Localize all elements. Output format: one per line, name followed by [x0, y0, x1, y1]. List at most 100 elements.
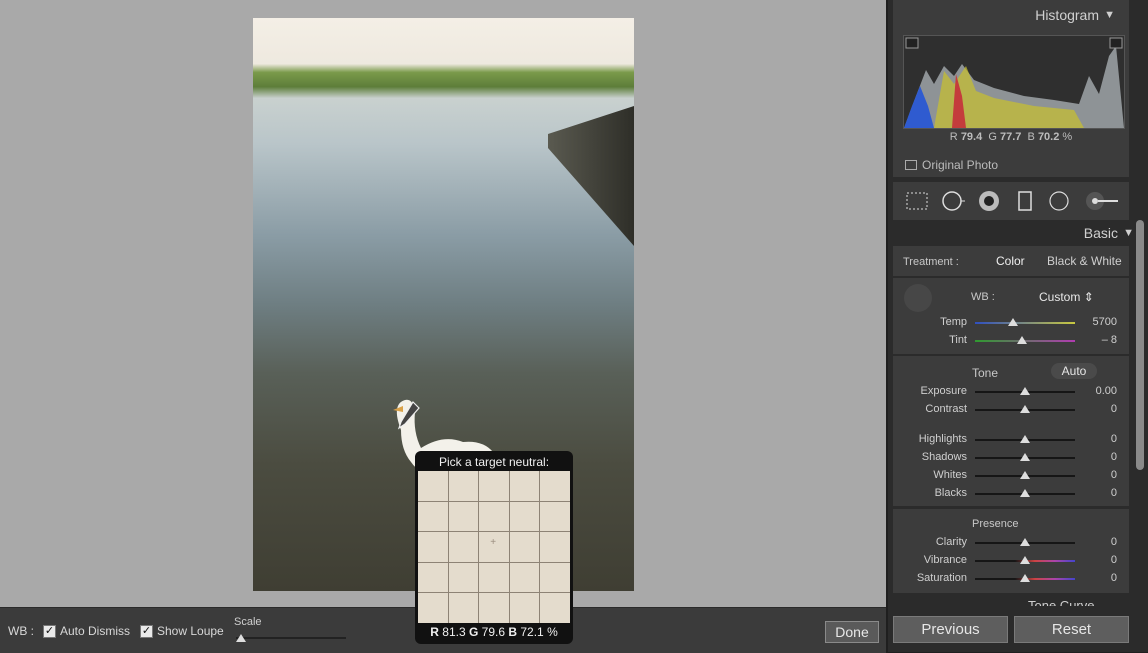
- temp-slider[interactable]: Temp 5700: [893, 314, 1129, 332]
- wb-eyedropper-button[interactable]: [904, 284, 932, 312]
- tint-thumb[interactable]: [1017, 336, 1027, 344]
- shadows-value[interactable]: 0: [1111, 451, 1117, 463]
- show-loupe-label: Show Loupe: [157, 624, 224, 638]
- temp-value[interactable]: 5700: [1093, 316, 1117, 328]
- highlights-value[interactable]: 0: [1111, 433, 1117, 445]
- presence-slider-clarity[interactable]: Clarity 0: [893, 534, 1129, 552]
- tone-curve-title[interactable]: Tone Curve: [1028, 598, 1094, 606]
- crop-overlay-icon[interactable]: [904, 188, 930, 214]
- tone-auto-button[interactable]: Auto: [1051, 363, 1097, 379]
- wb-preset-select[interactable]: Custom ⇕: [1039, 290, 1094, 304]
- presence-section: Presence Clarity 0 Vibrance 0 Saturation 0: [893, 509, 1129, 593]
- sliders-slider-blacks[interactable]: Blacks 0: [893, 485, 1129, 503]
- scale-slider-thumb[interactable]: [236, 634, 246, 642]
- highlights-label: Highlights: [918, 433, 967, 445]
- tone-label: Tone: [972, 366, 999, 380]
- show-loupe-checkbox[interactable]: ✓ Show Loupe: [140, 624, 224, 638]
- target-neutral-loupe: Pick a target neutral: + R 81.3 G 79.6 B…: [415, 451, 573, 644]
- blacks-label: Blacks: [934, 487, 967, 499]
- clarity-value[interactable]: 0: [1111, 536, 1117, 548]
- saturation-value[interactable]: 0: [1111, 572, 1117, 584]
- treatment-section: Treatment : Color Black & White: [893, 246, 1129, 276]
- checkmark-icon: ✓: [43, 624, 56, 638]
- scale-slider-track[interactable]: [236, 637, 346, 639]
- eyedropper-cursor-icon: [397, 401, 420, 430]
- treatment-label: Treatment :: [903, 256, 959, 268]
- graduated-filter-icon[interactable]: [1012, 188, 1038, 214]
- saturation-label: Saturation: [916, 572, 967, 584]
- tone-section: Tone Auto Exposure 0.00 Contrast 0 Highlight…: [893, 356, 1129, 506]
- loupe-pixel-grid: +: [418, 471, 570, 623]
- adjustment-brush-icon[interactable]: [1084, 188, 1120, 214]
- sliders-slider-exposure[interactable]: Exposure 0.00: [893, 383, 1129, 401]
- presence-slider-vibrance[interactable]: Vibrance 0: [893, 552, 1129, 570]
- contrast-thumb[interactable]: [1020, 405, 1030, 413]
- presence-label: Presence: [972, 518, 1019, 530]
- sliders-slider-highlights[interactable]: Highlights 0: [893, 431, 1129, 449]
- whites-label: Whites: [933, 469, 967, 481]
- tint-label: Tint: [949, 334, 967, 346]
- histogram-panel: Histogram ▼ R 79.4 G 77.7 B 70.2 % Origi…: [893, 0, 1129, 177]
- presence-slider-saturation[interactable]: Saturation 0: [893, 570, 1129, 588]
- exposure-label: Exposure: [920, 385, 967, 397]
- histogram-rgb-readout: R 79.4 G 77.7 B 70.2 %: [949, 131, 1073, 143]
- histogram-title[interactable]: Histogram: [1035, 7, 1099, 23]
- crosshair-icon: +: [490, 537, 497, 549]
- temp-label: Temp: [940, 316, 967, 328]
- contrast-label: Contrast: [925, 403, 967, 415]
- tint-value[interactable]: – 8: [1102, 334, 1117, 346]
- clarity-thumb[interactable]: [1020, 538, 1030, 546]
- canal-wall: [548, 106, 634, 246]
- shadows-label: Shadows: [921, 451, 967, 463]
- shadows-thumb[interactable]: [1020, 453, 1030, 461]
- blacks-value[interactable]: 0: [1111, 487, 1117, 499]
- original-photo-label: Original Photo: [922, 158, 999, 172]
- basic-panel-title[interactable]: Basic: [1084, 225, 1118, 241]
- vibrance-thumb[interactable]: [1020, 556, 1030, 564]
- vibrance-value[interactable]: 0: [1111, 554, 1117, 566]
- vibrance-label: Vibrance: [923, 554, 967, 566]
- highlights-thumb[interactable]: [1020, 435, 1030, 443]
- updown-icon: ⇕: [1083, 290, 1094, 304]
- checkmark-icon: ✓: [140, 624, 153, 638]
- sliders-slider-contrast[interactable]: Contrast 0: [893, 401, 1129, 419]
- shadow-clipping-icon: [905, 37, 919, 49]
- clarity-label: Clarity: [935, 536, 967, 548]
- spot-removal-icon[interactable]: [940, 188, 966, 214]
- saturation-thumb[interactable]: [1020, 574, 1030, 582]
- exposure-thumb[interactable]: [1020, 387, 1030, 395]
- radial-filter-icon[interactable]: [1046, 188, 1072, 214]
- right-panel-scrollbar[interactable]: [1136, 220, 1144, 470]
- tint-slider[interactable]: Tint – 8: [893, 332, 1129, 350]
- previous-button[interactable]: Previous: [893, 616, 1008, 643]
- sliders-slider-whites[interactable]: Whites 0: [893, 467, 1129, 485]
- auto-dismiss-checkbox[interactable]: ✓ Auto Dismiss: [43, 624, 130, 638]
- whites-thumb[interactable]: [1020, 471, 1030, 479]
- exposure-value[interactable]: 0.00: [1096, 385, 1117, 397]
- wb-label: WB :: [971, 291, 995, 303]
- contrast-value[interactable]: 0: [1111, 403, 1117, 415]
- scale-label: Scale: [234, 616, 262, 628]
- auto-dismiss-label: Auto Dismiss: [60, 624, 131, 638]
- temp-track[interactable]: [975, 322, 1075, 324]
- sliders-slider-shadows[interactable]: Shadows 0: [893, 449, 1129, 467]
- loupe-title: Pick a target neutral:: [438, 455, 550, 469]
- original-photo-toggle[interactable]: Original Photo: [905, 158, 998, 172]
- right-panel: Histogram ▼ R 79.4 G 77.7 B 70.2 % Origi…: [888, 0, 1148, 652]
- checkbox-icon: [905, 160, 917, 170]
- temp-thumb[interactable]: [1008, 318, 1018, 326]
- wb-label: WB :: [8, 624, 34, 638]
- highlight-clipping-icon: [1109, 37, 1123, 49]
- blacks-thumb[interactable]: [1020, 489, 1030, 497]
- treatment-bw-button[interactable]: Black & White: [1047, 254, 1122, 268]
- collapse-triangle-icon[interactable]: ▼: [1104, 9, 1115, 21]
- histogram-graph[interactable]: [903, 35, 1125, 129]
- red-eye-icon[interactable]: [976, 188, 1002, 214]
- done-button[interactable]: Done: [825, 621, 879, 643]
- loupe-rgb-readout: R 81.3 G 79.6 B 72.1 %: [430, 625, 558, 639]
- collapse-triangle-icon[interactable]: ▼: [1123, 227, 1134, 239]
- treatment-color-button[interactable]: Color: [996, 254, 1025, 268]
- whites-value[interactable]: 0: [1111, 469, 1117, 481]
- white-balance-section: WB : Custom ⇕ Temp 5700 Tint – 8: [893, 278, 1129, 354]
- reset-button[interactable]: Reset: [1014, 616, 1129, 643]
